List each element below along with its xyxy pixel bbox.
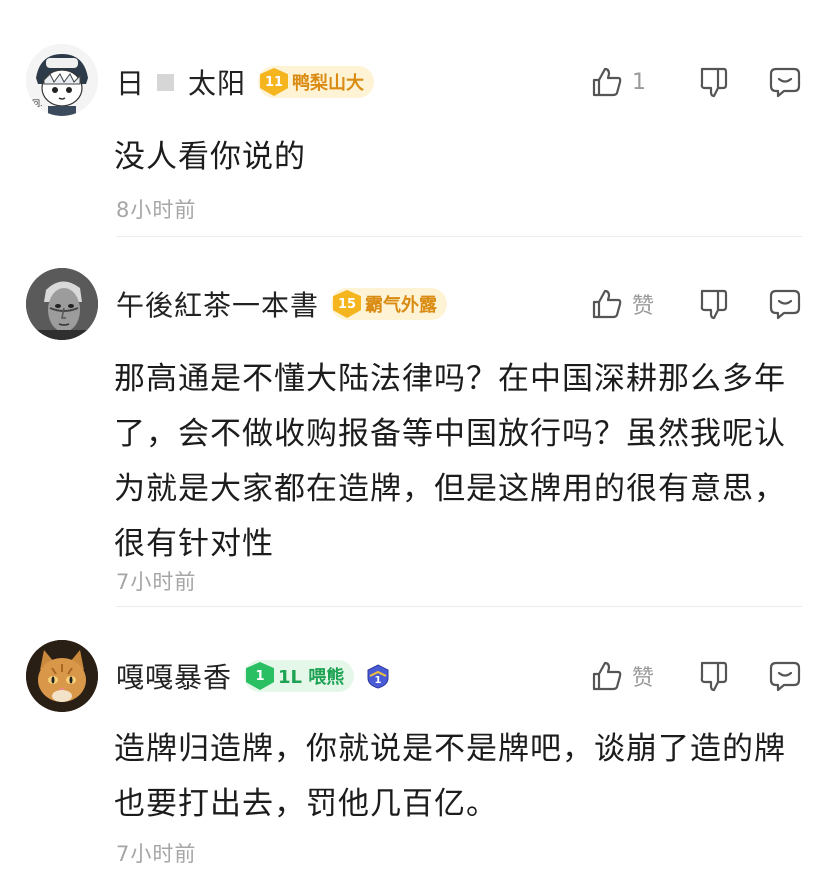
like-button[interactable]: 赞 [590, 287, 658, 321]
comment-text: 造牌归造牌，你就说是不是牌吧，谈崩了造的牌也要打出去，罚他几百亿。 [114, 731, 786, 822]
avatar[interactable] [26, 268, 98, 340]
comment-bubble-icon [769, 661, 801, 692]
dislike-button[interactable] [696, 65, 730, 99]
username[interactable]: 嘎嘎暴香 [116, 656, 232, 696]
divider [116, 606, 802, 607]
dislike-button[interactable] [696, 287, 730, 321]
divider [116, 236, 802, 237]
level-title: 1L 喂熊 [278, 667, 345, 688]
comment-text: 那高通是不懂大陆法律吗？在中国深耕那么多年了，会不做收购报备等中国放行吗？虽然我… [114, 361, 786, 562]
like-button[interactable]: 1 [590, 65, 658, 99]
comment-time: 8小时前 [116, 198, 197, 222]
comment-actions: 赞 [590, 282, 802, 326]
reply-button[interactable] [768, 65, 802, 99]
reply-button[interactable] [768, 287, 802, 321]
level-title: 霸气外露 [365, 295, 438, 316]
like-label: 赞 [632, 294, 655, 319]
cat-avatar-image [26, 640, 98, 712]
like-count: 1 [632, 69, 646, 95]
reply-button[interactable] [768, 659, 802, 693]
like-label: 赞 [632, 666, 655, 691]
level-number: 11 [260, 68, 289, 96]
name-row: 午後紅茶一本書 15 霸气外露 [116, 284, 448, 324]
comment-bubble-icon [769, 289, 801, 320]
comment-actions: 赞 [590, 654, 802, 698]
comment-actions: 1 [590, 60, 802, 104]
thumbs-down-icon [700, 289, 728, 320]
avatar[interactable] [26, 640, 98, 712]
avatar[interactable]: 回. [26, 44, 98, 116]
svg-text:回.: 回. [32, 99, 43, 108]
thumbs-up-icon [592, 661, 622, 691]
thumbs-down-icon [700, 67, 728, 98]
emoji-placeholder [157, 73, 175, 91]
thumbs-up-icon [592, 67, 622, 97]
username[interactable]: 午後紅茶一本書 [116, 284, 319, 324]
name-row: 嘎嘎暴香 1 1L 喂熊 1 [116, 656, 392, 696]
level-title: 鸭梨山大 [292, 73, 365, 94]
svg-text:1: 1 [375, 675, 382, 686]
dislike-button[interactable] [696, 659, 730, 693]
thumbs-down-icon [700, 661, 728, 692]
thumbs-up-icon [592, 289, 622, 319]
portrait-avatar-image [26, 268, 98, 340]
like-button[interactable]: 赞 [590, 659, 658, 693]
username[interactable]: 日 [116, 62, 145, 102]
name-row: 日 太阳 11 鸭梨山大 [116, 62, 375, 102]
anime-avatar-image: 回. [26, 44, 98, 116]
comment-time: 7小时前 [116, 570, 197, 594]
level-number: 15 [333, 290, 362, 318]
level-badge[interactable]: 11 鸭梨山大 [258, 66, 375, 98]
level-badge[interactable]: 15 霸气外露 [331, 288, 448, 320]
level-badge[interactable]: 1 1L 喂熊 [244, 660, 355, 692]
comment-text: 没人看你说的 [114, 139, 306, 175]
rank-shield-icon[interactable]: 1 [364, 662, 392, 690]
comment-bubble-icon [769, 67, 801, 98]
username-suffix[interactable]: 太阳 [188, 62, 246, 102]
comment-time: 7小时前 [116, 842, 197, 866]
level-number: 1 [246, 662, 275, 690]
